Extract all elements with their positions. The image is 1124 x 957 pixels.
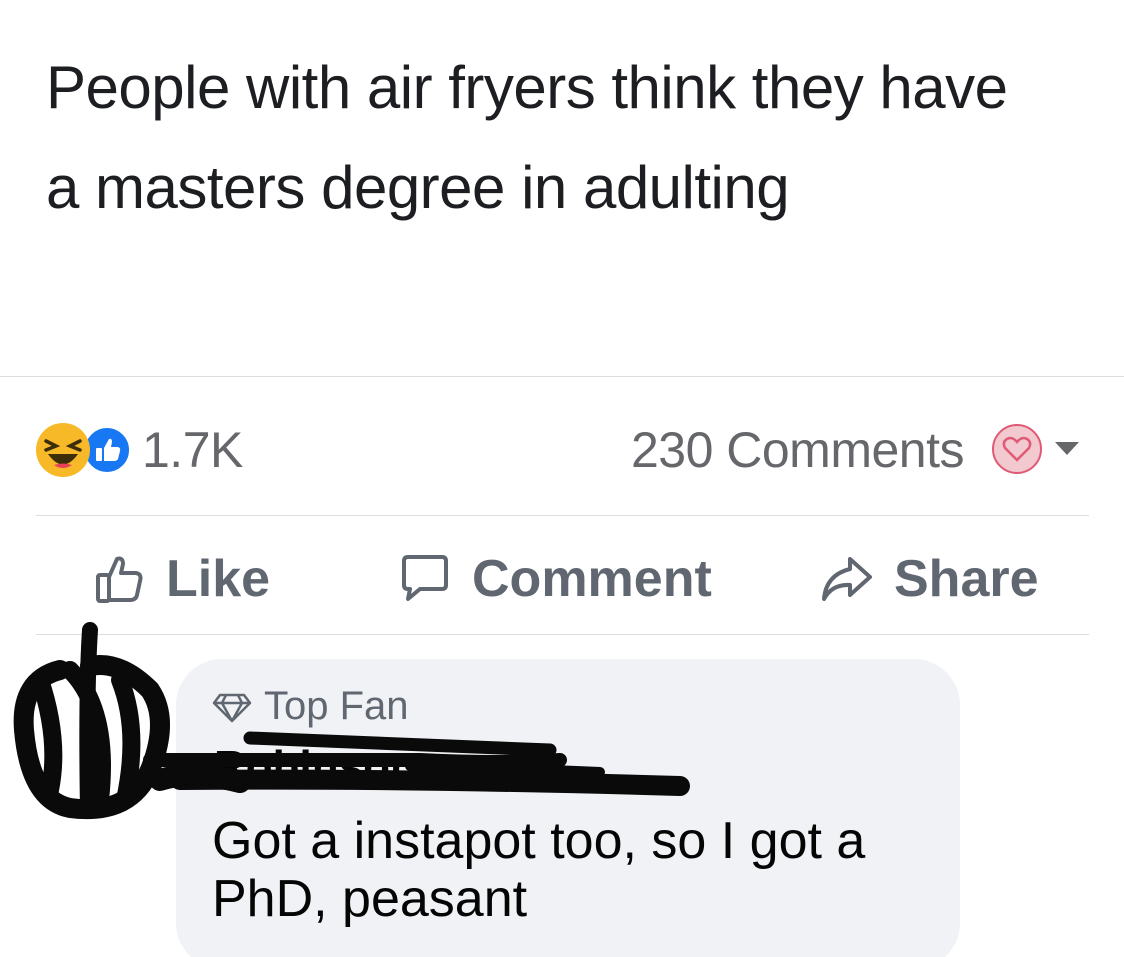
share-label: Share xyxy=(894,550,1039,608)
share-arrow-icon xyxy=(822,557,872,601)
reaction-count: 1.7K xyxy=(142,422,243,478)
top-fan-label: Top Fan xyxy=(264,684,409,728)
comments-count[interactable]: 230 Comments xyxy=(631,420,965,480)
comment-author[interactable]: Robinson xyxy=(214,742,417,792)
comment-label: Comment xyxy=(472,550,712,608)
top-fan-badge: Top Fan xyxy=(212,684,409,729)
like-label: Like xyxy=(166,550,271,608)
chevron-down-icon[interactable] xyxy=(1055,442,1079,455)
actions-divider-bottom xyxy=(36,634,1089,635)
post-divider xyxy=(0,376,1124,377)
diamond-icon xyxy=(212,693,252,722)
share-button[interactable]: Share xyxy=(818,544,1039,614)
actions-divider-top xyxy=(36,515,1089,516)
thumbs-up-icon xyxy=(96,556,143,603)
reactions-summary[interactable]: 1.7K xyxy=(36,420,243,480)
post-text: People with air fryers think they have a… xyxy=(46,54,1008,221)
comment-text: Got a instapot too, so I got a PhD, peas… xyxy=(212,812,866,928)
viewer-avatar[interactable] xyxy=(992,424,1042,474)
like-button[interactable]: Like xyxy=(92,544,270,614)
haha-reaction-icon xyxy=(36,423,90,477)
comment-button[interactable]: Comment xyxy=(396,544,712,614)
speech-bubble-icon xyxy=(402,555,448,601)
